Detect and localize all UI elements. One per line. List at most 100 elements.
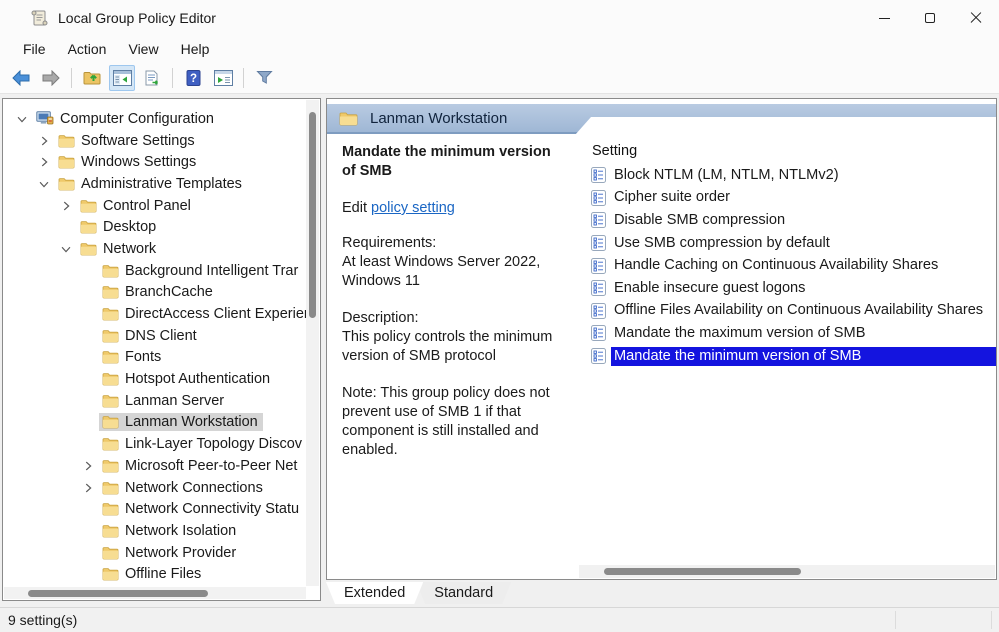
chevron-right-icon[interactable] [55, 199, 77, 213]
chevron-down-icon[interactable] [11, 112, 33, 126]
tree-node[interactable]: Control Panel [77, 197, 196, 215]
tree-node[interactable]: Network Isolation [99, 522, 241, 540]
tree-item-label: Background Intelligent Trar [125, 263, 298, 279]
chevron-right-icon[interactable] [77, 459, 99, 473]
tree-item-offline-files[interactable]: Offline Files [3, 563, 306, 585]
scrollbar-thumb[interactable] [604, 568, 801, 575]
folder-icon [58, 155, 75, 169]
tree-item-background-intelligent-trar[interactable]: Background Intelligent Trar [3, 260, 306, 282]
tree-node[interactable]: Administrative Templates [55, 175, 247, 193]
tree-item-label: Network Connectivity Statu [125, 501, 299, 517]
tree-node[interactable]: Network Connectivity Statu [99, 500, 304, 518]
menu-item-help[interactable]: Help [170, 39, 221, 59]
tree-item-network-connectivity-statu[interactable]: Network Connectivity Statu [3, 498, 306, 520]
tree-node[interactable]: Fonts [99, 348, 166, 366]
setting-row[interactable]: Disable SMB compression [575, 209, 996, 232]
tree-item-label: Network Connections [125, 480, 263, 496]
forward-button[interactable] [38, 65, 64, 91]
tree-item-windows-settings[interactable]: Windows Settings [3, 151, 306, 173]
chevron-right-icon[interactable] [33, 155, 55, 169]
tree-item-software-settings[interactable]: Software Settings [3, 130, 306, 152]
tree-item-dns-client[interactable]: DNS Client [3, 325, 306, 347]
show-window-button[interactable] [210, 65, 236, 91]
tree-item-label: Network [103, 241, 156, 257]
tree-item-fonts[interactable]: Fonts [3, 347, 306, 369]
tree-node[interactable]: Desktop [77, 218, 161, 236]
tree-node[interactable]: BranchCache [99, 283, 218, 301]
folder-icon [80, 220, 97, 234]
tree-item-lanman-workstation[interactable]: Lanman Workstation [3, 412, 306, 434]
tree-item-administrative-templates[interactable]: Administrative Templates [3, 173, 306, 195]
tree-node[interactable]: Offline Files [99, 565, 206, 583]
setting-row[interactable]: Use SMB compression by default [575, 232, 996, 255]
tree-node[interactable]: DNS Client [99, 327, 202, 345]
tree-item-control-panel[interactable]: Control Panel [3, 195, 306, 217]
tree-node[interactable]: Lanman Server [99, 392, 229, 410]
tree-node[interactable]: Link-Layer Topology Discov [99, 435, 306, 453]
tree-item-desktop[interactable]: Desktop [3, 216, 306, 238]
tree-node[interactable]: Lanman Workstation [99, 413, 263, 431]
policy-setting-link[interactable]: policy setting [371, 200, 455, 216]
tree-node[interactable]: Software Settings [55, 132, 200, 150]
tree-node[interactable]: Computer Configuration [33, 110, 219, 128]
tree-node[interactable]: DirectAccess Client Experier [99, 305, 306, 323]
chevron-right-icon[interactable] [33, 134, 55, 148]
tree-item-branchcache[interactable]: BranchCache [3, 282, 306, 304]
tab-standard[interactable]: Standard [416, 582, 511, 604]
tree-node[interactable]: Network [77, 240, 161, 258]
chevron-down-icon[interactable] [55, 242, 77, 256]
tree-item-computer-configuration[interactable]: Computer Configuration [3, 108, 306, 130]
menu-item-file[interactable]: File [12, 39, 57, 59]
up-folder-button[interactable] [79, 65, 105, 91]
tree-vertical-scrollbar[interactable] [306, 100, 319, 586]
view-tabs: ExtendedStandard [326, 582, 504, 606]
console-tree-toggle-button[interactable] [109, 65, 135, 91]
chevron-right-icon[interactable] [77, 481, 99, 495]
scrollbar-thumb[interactable] [309, 112, 316, 318]
setting-row[interactable]: Handle Caching on Continuous Availabilit… [575, 254, 996, 277]
setting-row[interactable]: Mandate the maximum version of SMB [575, 322, 996, 345]
status-separator [895, 611, 896, 629]
maximize-button[interactable] [907, 0, 953, 36]
setting-row[interactable]: Block NTLM (LM, NTLM, NTLMv2) [575, 164, 996, 187]
close-button[interactable] [953, 0, 999, 36]
tree-item-link-layer-topology-discov[interactable]: Link-Layer Topology Discov [3, 433, 306, 455]
tree-horizontal-scrollbar[interactable] [4, 587, 306, 599]
tree-node[interactable]: Network Provider [99, 544, 241, 562]
tree-node[interactable]: Microsoft Peer-to-Peer Net [99, 457, 302, 475]
folder-icon [102, 307, 119, 321]
tree-item-network-isolation[interactable]: Network Isolation [3, 520, 306, 542]
folder-icon [80, 242, 97, 256]
tree-node[interactable]: Network Connections [99, 479, 268, 497]
menu-item-action[interactable]: Action [57, 39, 118, 59]
show-window-icon [214, 70, 233, 86]
tree-item-hotspot-authentication[interactable]: Hotspot Authentication [3, 368, 306, 390]
requirements-label: Requirements: [342, 234, 565, 253]
tree-item-microsoft-peer-to-peer-net[interactable]: Microsoft Peer-to-Peer Net [3, 455, 306, 477]
tree-node[interactable]: Hotspot Authentication [99, 370, 275, 388]
minimize-button[interactable] [861, 0, 907, 36]
tree-item-label: Software Settings [81, 133, 195, 149]
setting-row[interactable]: Cipher suite order [575, 187, 996, 210]
tree-node[interactable]: Windows Settings [55, 153, 201, 171]
menu-item-view[interactable]: View [117, 39, 169, 59]
tree-node[interactable]: Background Intelligent Trar [99, 262, 303, 280]
setting-row[interactable]: Enable insecure guest logons [575, 277, 996, 300]
tree-item-network-provider[interactable]: Network Provider [3, 542, 306, 564]
tree-item-lanman-server[interactable]: Lanman Server [3, 390, 306, 412]
filter-button[interactable] [251, 65, 277, 91]
tree-item-network-connections[interactable]: Network Connections [3, 477, 306, 499]
setting-column-header[interactable]: Setting [575, 140, 996, 164]
tree-item-network[interactable]: Network [3, 238, 306, 260]
tree-item-label: Computer Configuration [60, 111, 214, 127]
scrollbar-thumb[interactable] [28, 590, 208, 597]
chevron-down-icon[interactable] [33, 177, 55, 191]
setting-row[interactable]: Offline Files Availability on Continuous… [575, 300, 996, 323]
tree-item-directaccess-client-experier[interactable]: DirectAccess Client Experier [3, 303, 306, 325]
export-list-button[interactable] [139, 65, 165, 91]
tab-extended[interactable]: Extended [326, 582, 423, 604]
back-button[interactable] [8, 65, 34, 91]
help-button[interactable]: ? [180, 65, 206, 91]
setting-row[interactable]: Mandate the minimum version of SMB [575, 345, 996, 368]
list-horizontal-scrollbar[interactable] [579, 565, 995, 578]
